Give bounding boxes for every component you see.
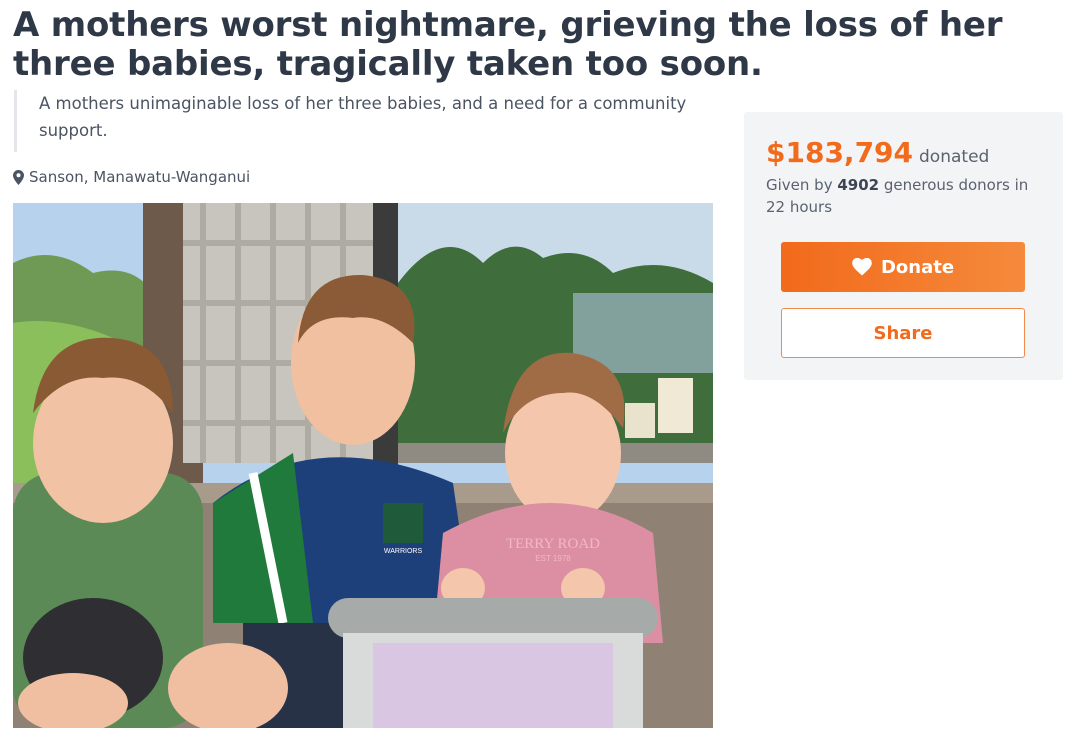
raised-summary: $183,794 donated xyxy=(766,136,989,169)
sweater-subtext: EST 1978 xyxy=(535,554,571,563)
campaign-location: Sanson, Manawatu-Wanganui xyxy=(13,166,250,188)
campaign-summary: A mothers unimaginable loss of her three… xyxy=(14,90,689,152)
raised-label: donated xyxy=(919,147,990,167)
donate-label: Donate xyxy=(880,256,955,278)
share-label: Share xyxy=(873,322,933,344)
map-marker-icon xyxy=(13,169,24,185)
given-by-prefix: Given by xyxy=(766,176,833,194)
sweater-text: TERRY ROAD xyxy=(506,536,600,552)
donor-count: 4902 xyxy=(837,176,880,194)
campaign-title: A mothers worst nightmare, grieving the … xyxy=(13,5,1003,84)
share-button[interactable]: Share xyxy=(781,308,1025,358)
shirt-badge-text: WARRIORS xyxy=(384,548,423,555)
donation-sidebar: $183,794 donated Given by 4902 generous … xyxy=(744,112,1063,380)
heart-icon xyxy=(852,258,872,276)
donor-info: Given by 4902 generous donors in 22 hour… xyxy=(766,174,1046,218)
location-text: Sanson, Manawatu-Wanganui xyxy=(29,168,251,186)
campaign-photo: WARRIORS TERRY ROAD EST 1978 xyxy=(13,203,713,728)
raised-amount: $183,794 xyxy=(766,136,914,169)
donate-button[interactable]: Donate xyxy=(781,242,1025,292)
